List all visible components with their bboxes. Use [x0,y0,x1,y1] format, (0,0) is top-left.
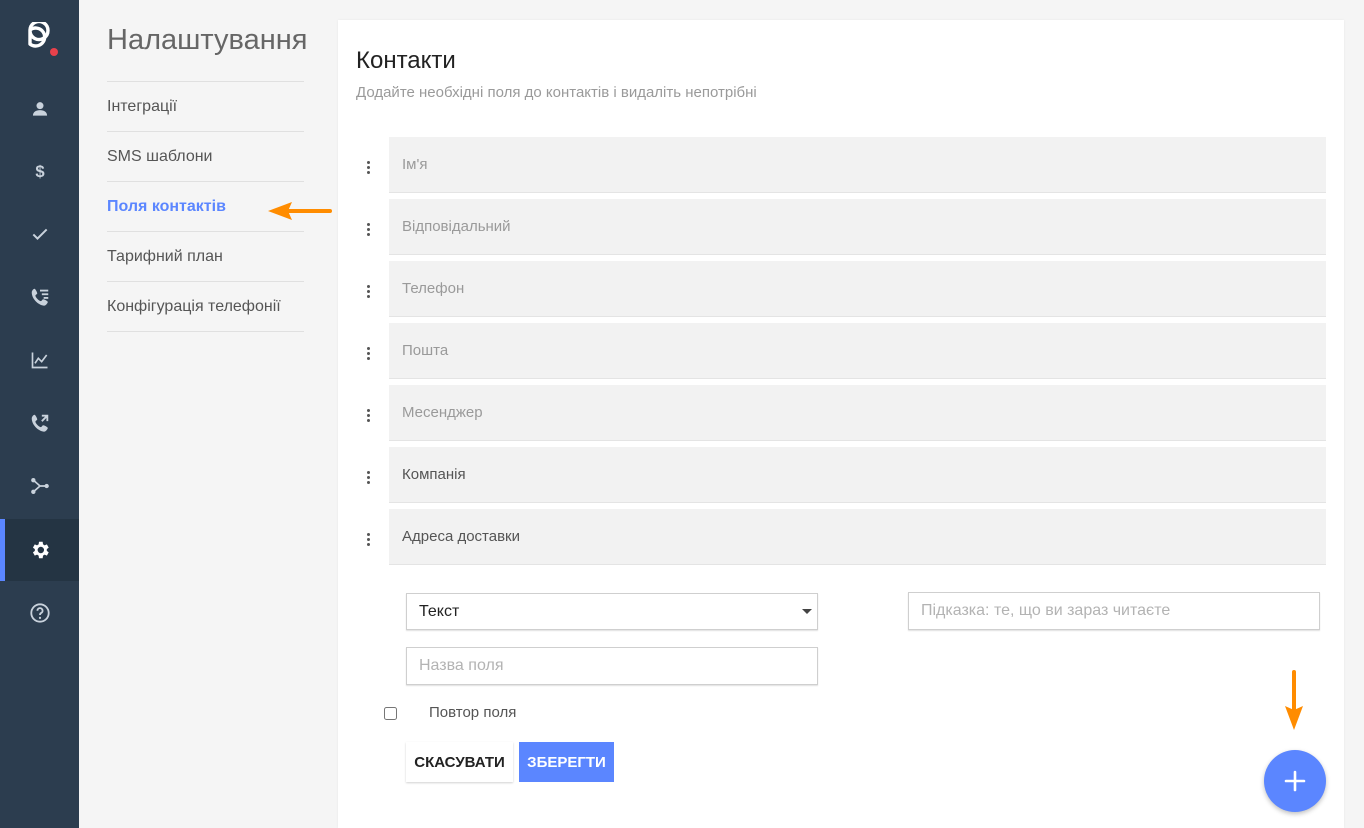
field-row-email: Пошта [338,323,1344,385]
field-row-messenger: Месенджер [338,385,1344,447]
person-icon [32,102,47,116]
dollar-icon: $ [35,162,45,181]
drag-handle-icon[interactable] [367,533,373,547]
flow-icon [30,478,49,494]
nav-contacts[interactable] [0,78,79,140]
contacts-settings-card: Контакти Додайте необхідні поля до конта… [338,20,1344,828]
field-row-delivery-address: Адреса доставки [338,509,1344,571]
field-type-select[interactable]: Текст [406,593,818,630]
field-type-value: Текст [419,602,460,620]
page-title: Контакти [356,47,456,74]
drag-handle-icon[interactable] [367,223,373,237]
help-icon [29,603,50,623]
page-subtitle: Додайте необхідні поля до контактів і ви… [356,84,757,101]
annotation-arrow-left-icon [268,202,332,220]
field-item[interactable]: Пошта [389,323,1326,379]
field-row-name: Ім'я [338,137,1344,199]
logo-icon [28,22,58,56]
field-item[interactable]: Ім'я [389,137,1326,193]
add-field-button[interactable] [1264,750,1326,812]
plus-icon [1284,770,1306,792]
chart-line-icon [31,352,47,369]
repeat-field-checkbox[interactable] [384,707,397,720]
nav-tasks[interactable] [0,203,79,265]
nav-help[interactable] [0,582,79,644]
settings-item-telephony-config[interactable]: Конфігурація телефонії [107,281,304,332]
settings-item-tariff-plan[interactable]: Тарифний план [107,231,304,281]
annotation-arrow-down-icon [1285,670,1303,730]
settings-item-sms-templates[interactable]: SMS шаблони [107,131,304,181]
cancel-button[interactable]: СКАСУВАТИ [406,742,513,782]
nav-deals[interactable]: $ [0,140,79,202]
field-row-phone: Телефон [338,261,1344,323]
drag-handle-icon[interactable] [367,409,373,423]
nav-settings[interactable] [0,519,79,581]
check-icon [32,228,47,240]
gear-icon [32,541,49,559]
field-item[interactable]: Відповідальний [389,199,1326,255]
app-logo[interactable] [24,22,58,62]
field-item[interactable]: Компанія [389,447,1326,503]
field-item[interactable]: Телефон [389,261,1326,317]
drag-handle-icon[interactable] [367,347,373,361]
field-row-company: Компанія [338,447,1344,509]
settings-item-integrations[interactable]: Інтеграції [107,81,304,131]
svg-text:$: $ [35,162,45,181]
repeat-field-label: Повтор поля [429,704,517,721]
nav-call-routing[interactable] [0,392,79,454]
settings-title: Налаштування [107,24,308,56]
nav-integrations-flow[interactable] [0,455,79,517]
field-item[interactable]: Адреса доставки [389,509,1326,565]
drag-handle-icon[interactable] [367,471,373,485]
save-button[interactable]: ЗБЕРЕГТИ [519,742,614,782]
nav-analytics[interactable] [0,329,79,391]
field-row-responsible: Відповідальний [338,199,1344,261]
hint-input[interactable] [908,592,1320,630]
drag-handle-icon[interactable] [367,285,373,299]
caret-down-icon [802,609,812,614]
drag-handle-icon[interactable] [367,161,373,175]
app-sidebar: $ [0,0,79,828]
field-name-input[interactable] [406,647,818,685]
field-item[interactable]: Месенджер [389,385,1326,441]
contact-fields-list: Ім'я Відповідальний Телефон Пошта Месенд… [338,137,1344,571]
nav-call-log[interactable] [0,266,79,328]
call-transfer-icon [31,414,48,432]
call-list-icon [31,288,48,306]
